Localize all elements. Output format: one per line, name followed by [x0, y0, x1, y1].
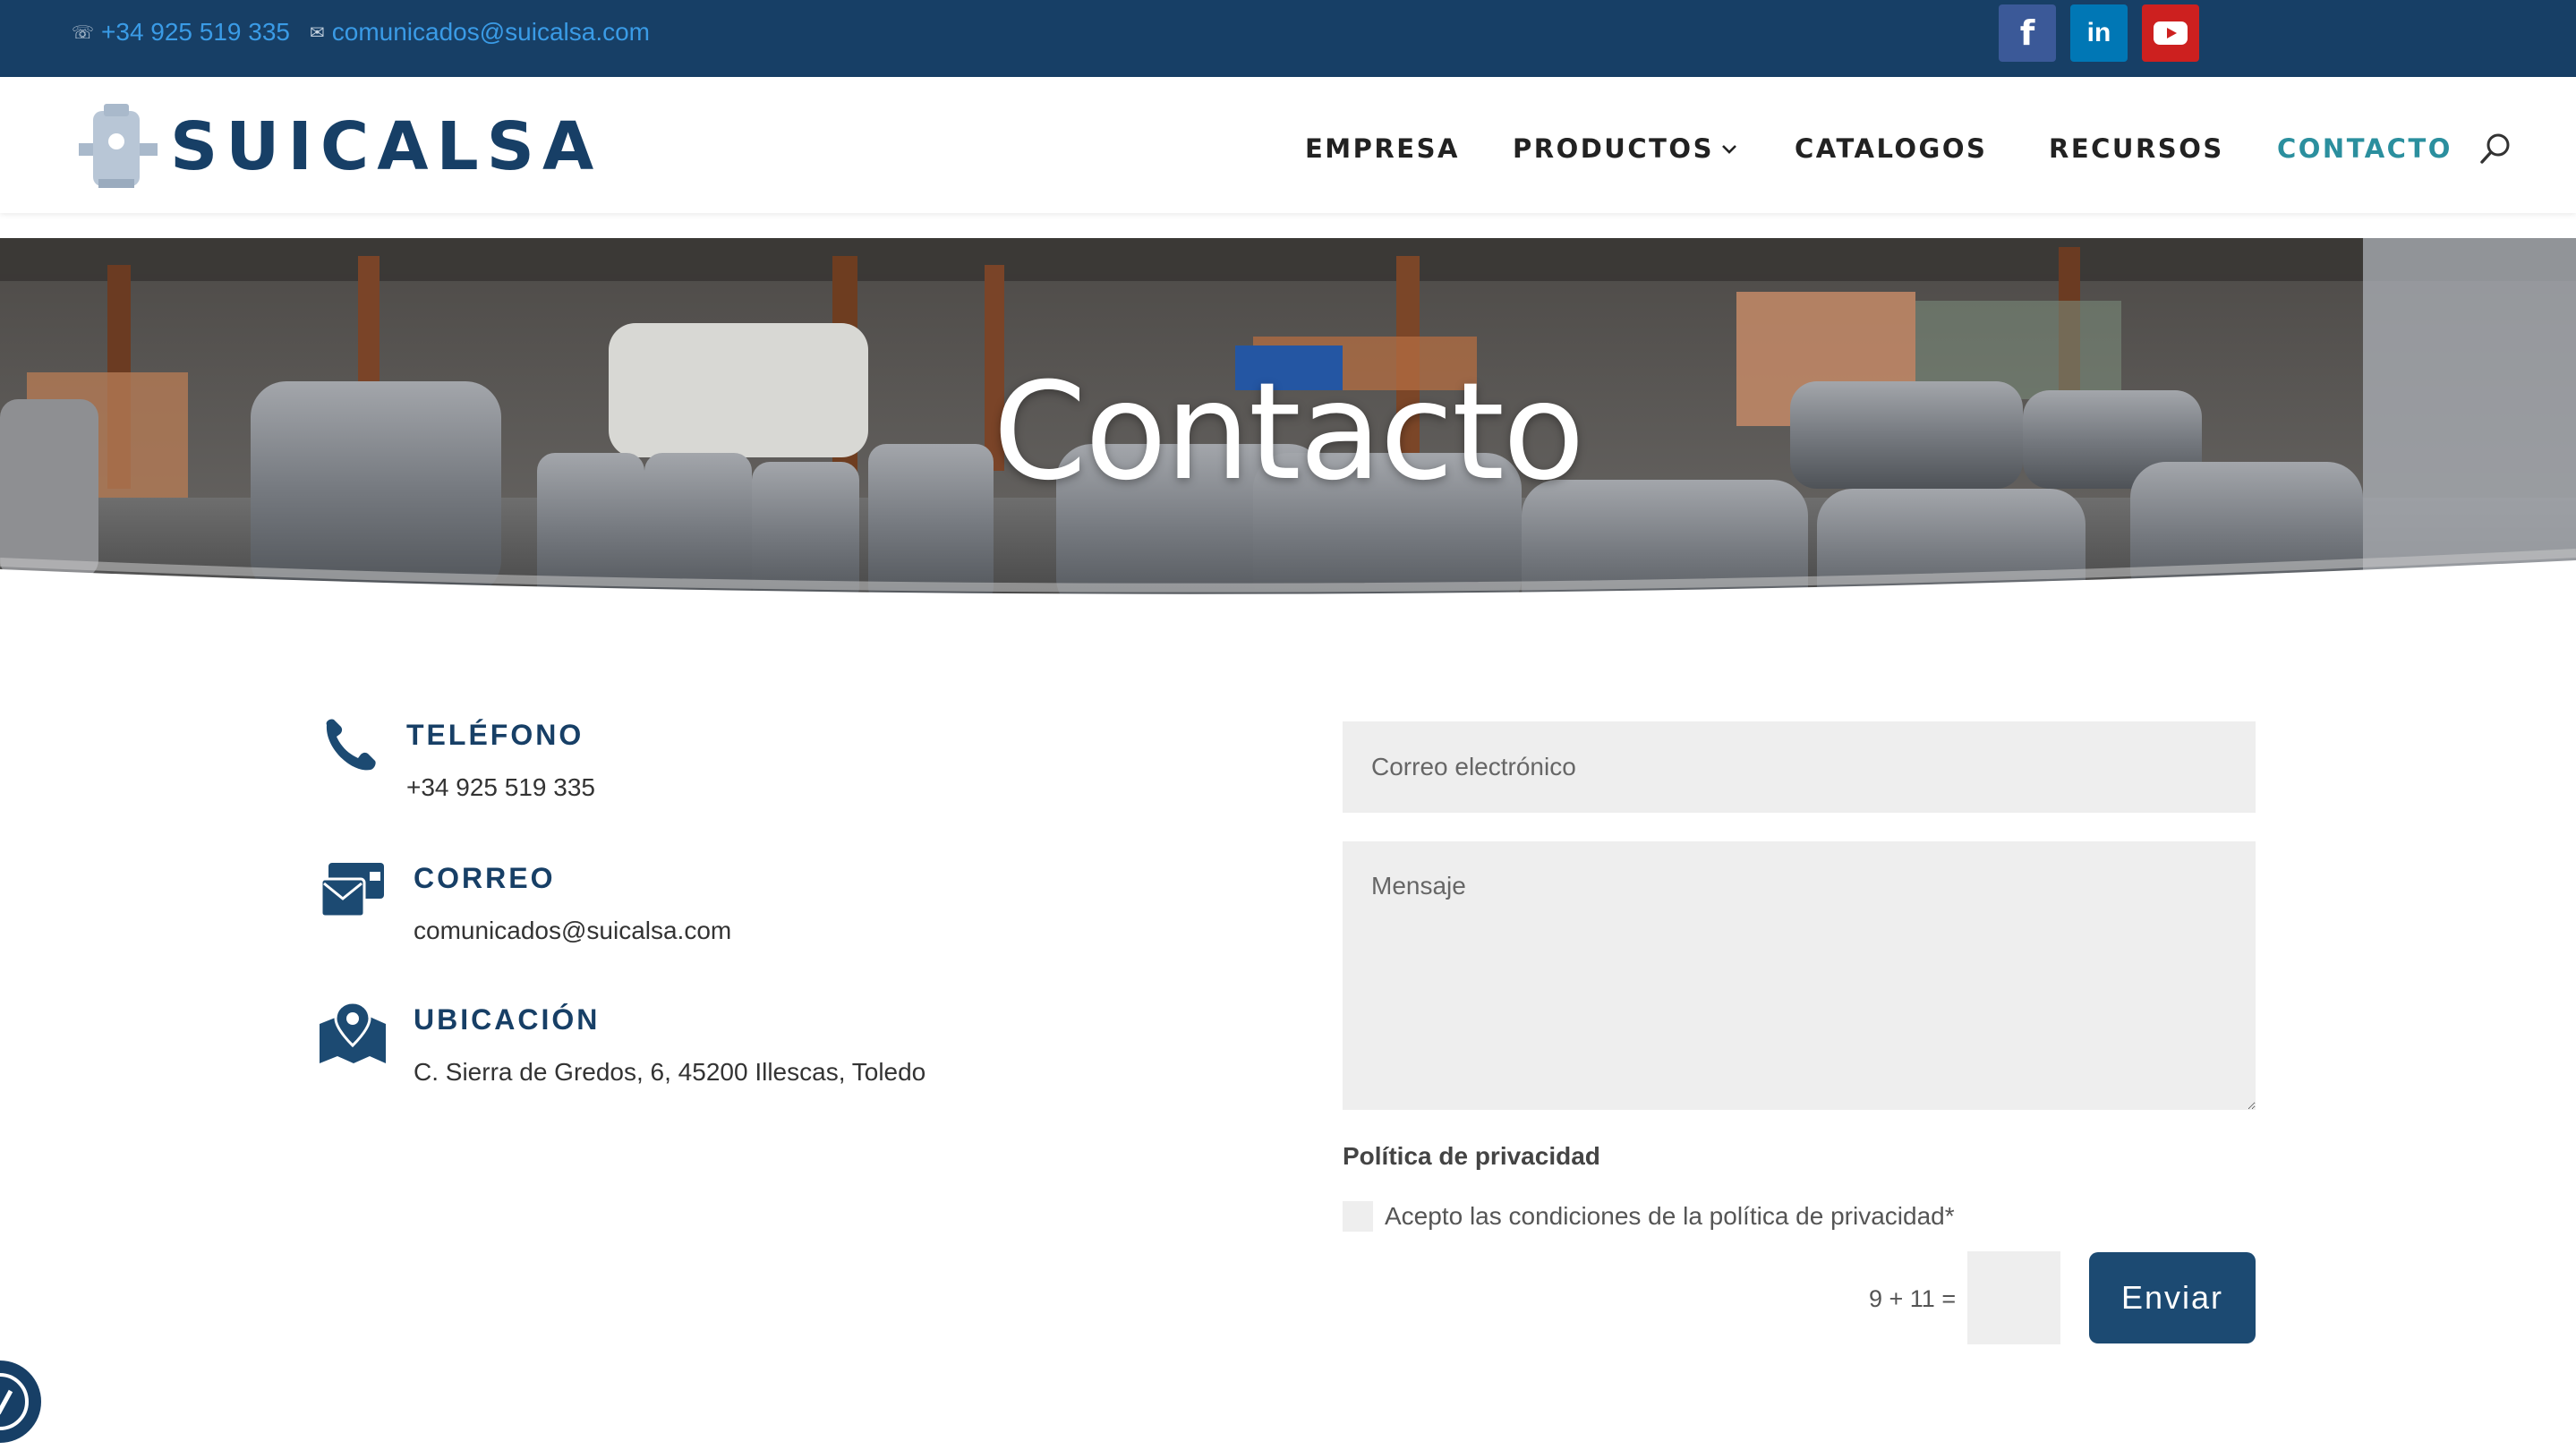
top-bar: ☏ +34 925 519 335 ✉ comunicados@suicalsa…: [0, 0, 2576, 77]
chevron-down-icon: [1722, 145, 1736, 154]
site-logo[interactable]: SUICALSA: [72, 102, 601, 192]
linkedin-icon: in: [2086, 18, 2111, 47]
nav-recursos[interactable]: RECURSOS: [2049, 129, 2224, 168]
hero-banner: Contacto: [0, 238, 2576, 627]
info-value: C. Sierra de Gredos, 6, 45200 Illescas, …: [414, 1058, 926, 1086]
linkedin-button[interactable]: in: [2070, 4, 2128, 62]
nav-catalogos[interactable]: CATALOGOS: [1795, 129, 1987, 168]
nav-label: CATALOGOS: [1795, 133, 1988, 164]
privacy-heading: Política de privacidad: [1343, 1142, 1600, 1170]
topbar-phone-link[interactable]: ☏ +34 925 519 335: [72, 16, 290, 48]
info-value: comunicados@suicalsa.com: [414, 917, 732, 944]
mail-stack-icon: [320, 863, 384, 918]
envelope-icon: ✉: [310, 22, 325, 43]
privacy-checkbox-row[interactable]: Acepto las condiciones de la política de…: [1343, 1201, 1955, 1232]
main-header: SUICALSA EMPRESA PRODUCTOS CATALOGOS REC…: [0, 77, 2576, 213]
facebook-icon: f: [2019, 13, 2035, 53]
facebook-button[interactable]: f: [1999, 4, 2056, 62]
nav-contacto[interactable]: CONTACTO: [2277, 129, 2452, 168]
email-field[interactable]: [1343, 721, 2256, 813]
logo-text: SUICALSA: [170, 108, 602, 185]
send-button[interactable]: Enviar: [2089, 1252, 2256, 1343]
logo-boiler-icon: [79, 104, 158, 188]
map-pin-icon: [320, 1001, 386, 1063]
info-title: TELÉFONO: [406, 719, 584, 751]
topbar-email-text: comunicados@suicalsa.com: [331, 18, 651, 46]
info-title: UBICACIÓN: [414, 1003, 601, 1036]
nav-label: RECURSOS: [2049, 133, 2224, 164]
nav-empresa[interactable]: EMPRESA: [1305, 129, 1460, 168]
captcha-question: 9 + 11 =: [1869, 1285, 1957, 1312]
youtube-icon: [2154, 21, 2188, 45]
checkmark-icon: [0, 1373, 29, 1430]
youtube-button[interactable]: [2142, 4, 2199, 62]
message-field[interactable]: [1343, 841, 2256, 1110]
phone-icon: ☏: [72, 22, 95, 43]
nav-label: PRODUCTOS: [1513, 133, 1714, 164]
nav-productos[interactable]: PRODUCTOS: [1513, 129, 1737, 168]
page-title: Contacto: [993, 354, 1584, 510]
privacy-checkbox[interactable]: [1343, 1201, 1373, 1232]
info-value: +34 925 519 335: [406, 773, 595, 801]
topbar-email-link[interactable]: ✉ comunicados@suicalsa.com: [310, 16, 650, 48]
cookie-consent-button[interactable]: [0, 1360, 41, 1443]
privacy-checkbox-label: Acepto las condiciones de la política de…: [1385, 1202, 1955, 1230]
nav-label: EMPRESA: [1305, 133, 1460, 164]
info-title: CORREO: [414, 862, 556, 894]
phone-icon: [326, 719, 376, 771]
search-icon[interactable]: [2478, 131, 2513, 166]
captcha-input[interactable]: [1967, 1251, 2060, 1344]
nav-label: CONTACTO: [2277, 133, 2452, 164]
topbar-phone-text: +34 925 519 335: [101, 18, 290, 46]
